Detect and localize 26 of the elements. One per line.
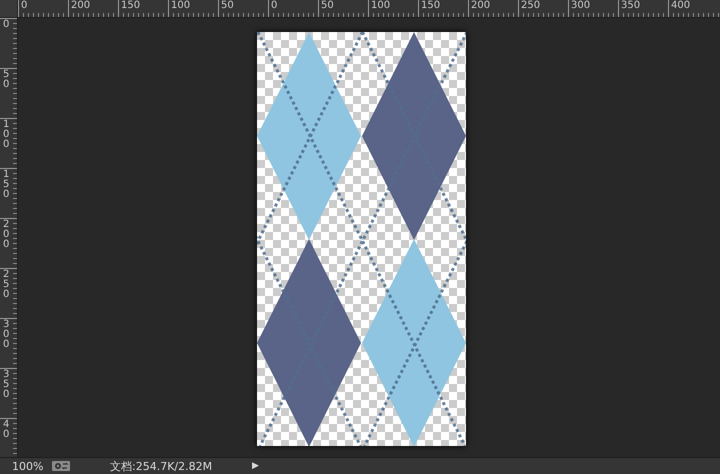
ruler-label: 150 xyxy=(3,170,10,200)
ruler-label: 200 xyxy=(471,0,490,11)
ruler-label: 150 xyxy=(121,0,140,11)
ruler-label: 200 xyxy=(71,0,90,11)
ruler-label: 400 xyxy=(671,0,690,11)
zoom-level: 100% xyxy=(12,460,44,472)
ruler-label: 50 xyxy=(321,0,334,11)
ruler-label: 350 xyxy=(621,0,640,11)
ruler-label: 100 xyxy=(3,120,10,150)
ruler-label: 200 xyxy=(3,220,10,250)
ruler-label: 300 xyxy=(571,0,590,11)
menu-arrow[interactable]: ▶ xyxy=(252,461,259,471)
ruler-label: 0 xyxy=(21,0,28,11)
ruler-label: 40 xyxy=(3,420,10,440)
ruler-label: 300 xyxy=(3,320,10,350)
ruler-label: 250 xyxy=(3,270,10,300)
ruler-label: 100 xyxy=(171,0,190,11)
ruler-label: 0 xyxy=(3,20,10,30)
ruler-label: 150 xyxy=(421,0,440,11)
ruler-label: 50 xyxy=(3,70,10,90)
ruler-label: 0 xyxy=(271,0,278,11)
ruler-label: 350 xyxy=(3,370,10,400)
document-size: 文档:254.7K/2.82M xyxy=(110,458,214,474)
ruler-label: 50 xyxy=(221,0,234,11)
ruler-label: 100 xyxy=(371,0,390,11)
ruler-label: 250 xyxy=(521,0,540,11)
